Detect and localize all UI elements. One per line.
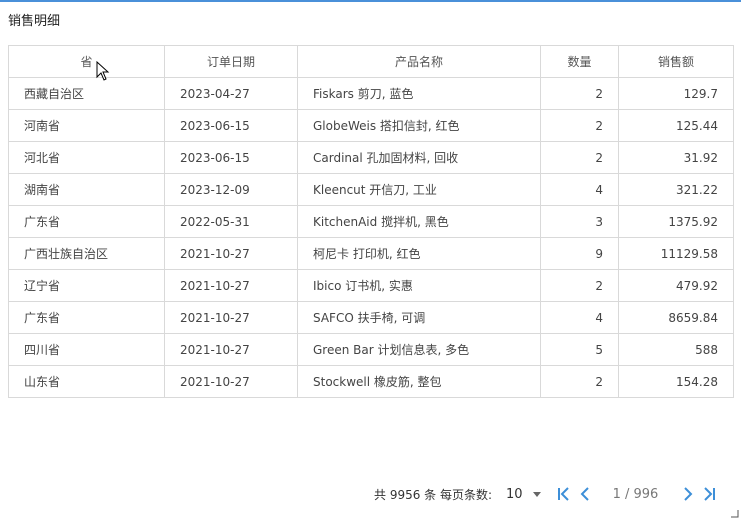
table-row[interactable]: 辽宁省 2021-10-27 Ibico 订书机, 实惠 2 479.92: [8, 269, 734, 302]
cell-province: 辽宁省: [8, 269, 165, 302]
mouse-cursor-icon: [96, 61, 110, 81]
cell-sales: 321.22: [618, 173, 734, 206]
table-row[interactable]: 广东省 2021-10-27 SAFCO 扶手椅, 可调 4 8659.84: [8, 301, 734, 334]
caret-down-icon: [532, 491, 541, 497]
cell-order-date: 2021-10-27: [164, 365, 298, 398]
cell-quantity: 3: [540, 205, 619, 238]
column-header-quantity[interactable]: 数量: [540, 45, 619, 78]
cell-product-name: Fiskars 剪刀, 蓝色: [297, 77, 541, 110]
cell-order-date: 2023-06-15: [164, 109, 298, 142]
cell-sales: 1375.92: [618, 205, 734, 238]
cell-sales: 588: [618, 333, 734, 366]
cell-product-name: KitchenAid 搅拌机, 黑色: [297, 205, 541, 238]
cell-product-name: Ibico 订书机, 实惠: [297, 269, 541, 302]
table-row[interactable]: 广东省 2022-05-31 KitchenAid 搅拌机, 黑色 3 1375…: [8, 205, 734, 238]
cell-province: 广东省: [8, 205, 165, 238]
total-count-label: 共 9956 条 每页条数:: [374, 487, 493, 502]
prev-page-icon: [580, 487, 589, 501]
cell-product-name: Stockwell 橡皮筋, 整包: [297, 365, 541, 398]
cell-product-name: Green Bar 计划信息表, 多色: [297, 333, 541, 366]
cell-order-date: 2021-10-27: [164, 237, 298, 270]
top-accent-line: [0, 0, 741, 2]
cell-product-name: GlobeWeis 搭扣信封, 红色: [297, 109, 541, 142]
cell-quantity: 2: [540, 269, 619, 302]
table-row[interactable]: 湖南省 2023-12-09 Kleencut 开信刀, 工业 4 321.22: [8, 173, 734, 206]
cell-order-date: 2023-06-15: [164, 141, 298, 174]
cell-quantity: 4: [540, 301, 619, 334]
cell-quantity: 2: [540, 109, 619, 142]
cell-quantity: 4: [540, 173, 619, 206]
pagination-bar: 共 9956 条 每页条数: 10 1 / 996: [374, 484, 720, 504]
sales-table: 省 订单日期 产品名称 数量 销售额 西藏自治区 2023-04-27 Fisk…: [8, 45, 734, 398]
cell-province: 四川省: [8, 333, 165, 366]
cell-order-date: 2021-10-27: [164, 269, 298, 302]
cell-sales: 11129.58: [618, 237, 734, 270]
cell-order-date: 2023-12-09: [164, 173, 298, 206]
column-header-product-name[interactable]: 产品名称: [297, 45, 541, 78]
cell-province: 广西壮族自治区: [8, 237, 165, 270]
cell-product-name: Kleencut 开信刀, 工业: [297, 173, 541, 206]
cell-sales: 8659.84: [618, 301, 734, 334]
first-page-button[interactable]: [553, 484, 575, 504]
cell-sales: 31.92: [618, 141, 734, 174]
last-page-button[interactable]: [698, 484, 720, 504]
column-header-sales[interactable]: 销售额: [618, 45, 734, 78]
cell-order-date: 2021-10-27: [164, 301, 298, 334]
column-header-province[interactable]: 省: [8, 45, 165, 78]
table-row[interactable]: 山东省 2021-10-27 Stockwell 橡皮筋, 整包 2 154.2…: [8, 365, 734, 398]
cell-province: 河南省: [8, 109, 165, 142]
cell-quantity: 5: [540, 333, 619, 366]
page-size-value: 10: [506, 486, 523, 502]
next-page-button[interactable]: [676, 484, 698, 504]
cell-sales: 154.28: [618, 365, 734, 398]
cell-province: 河北省: [8, 141, 165, 174]
resize-handle-icon[interactable]: [731, 510, 739, 518]
cell-product-name: SAFCO 扶手椅, 可调: [297, 301, 541, 334]
column-header-order-date[interactable]: 订单日期: [164, 45, 298, 78]
cell-sales: 479.92: [618, 269, 734, 302]
cell-quantity: 2: [540, 365, 619, 398]
cell-province: 西藏自治区: [8, 77, 165, 110]
cell-quantity: 9: [540, 237, 619, 270]
sales-table-container: 省 订单日期 产品名称 数量 销售额 西藏自治区 2023-04-27 Fisk…: [8, 45, 734, 398]
cell-province: 湖南省: [8, 173, 165, 206]
cell-order-date: 2023-04-27: [164, 77, 298, 110]
table-row[interactable]: 河南省 2023-06-15 GlobeWeis 搭扣信封, 红色 2 125.…: [8, 109, 734, 142]
cell-province: 山东省: [8, 365, 165, 398]
table-row[interactable]: 四川省 2021-10-27 Green Bar 计划信息表, 多色 5 588: [8, 333, 734, 366]
page-title: 销售明细: [8, 14, 61, 29]
page-indicator: 1 / 996: [612, 486, 659, 502]
table-header-row: 省 订单日期 产品名称 数量 销售额: [8, 45, 734, 78]
cell-quantity: 2: [540, 77, 619, 110]
page-size-select[interactable]: 10: [506, 487, 541, 502]
next-page-icon: [684, 487, 693, 501]
table-row[interactable]: 广西壮族自治区 2021-10-27 柯尼卡 打印机, 红色 9 11129.5…: [8, 237, 734, 270]
table-row[interactable]: 河北省 2023-06-15 Cardinal 孔加固材料, 回收 2 31.9…: [8, 141, 734, 174]
cell-sales: 129.7: [618, 77, 734, 110]
table-row[interactable]: 西藏自治区 2023-04-27 Fiskars 剪刀, 蓝色 2 129.7: [8, 77, 734, 110]
cell-product-name: 柯尼卡 打印机, 红色: [297, 237, 541, 270]
prev-page-button[interactable]: [575, 484, 597, 504]
last-page-icon: [704, 487, 716, 501]
cell-product-name: Cardinal 孔加固材料, 回收: [297, 141, 541, 174]
cell-order-date: 2022-05-31: [164, 205, 298, 238]
cell-province: 广东省: [8, 301, 165, 334]
cell-sales: 125.44: [618, 109, 734, 142]
cell-quantity: 2: [540, 141, 619, 174]
first-page-icon: [557, 487, 569, 501]
cell-order-date: 2021-10-27: [164, 333, 298, 366]
